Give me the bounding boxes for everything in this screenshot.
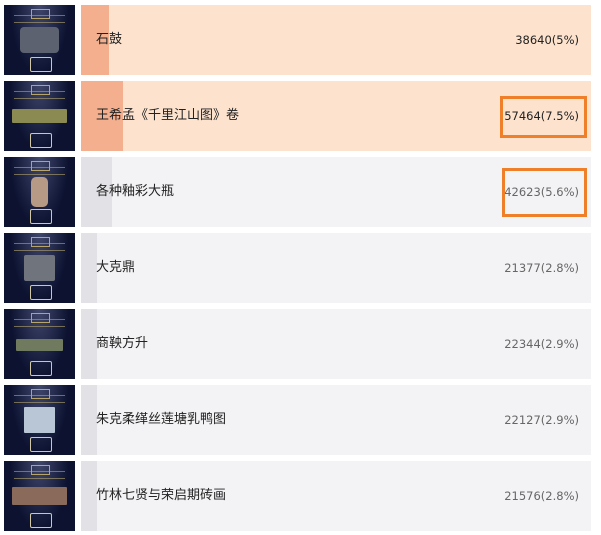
vote-count: 22344(2.9%) — [504, 337, 579, 351]
vote-bar-fill — [81, 309, 97, 379]
vote-count: 22127(2.9%) — [504, 413, 579, 427]
item-thumbnail[interactable] — [4, 157, 75, 227]
item-name: 王希孟《千里江山图》卷 — [96, 108, 240, 123]
item-thumbnail[interactable] — [4, 461, 75, 531]
list-item[interactable]: 商鞅方升 22344(2.9%) — [4, 309, 591, 379]
item-thumbnail[interactable] — [4, 81, 75, 151]
item-name: 石鼓 — [96, 32, 123, 47]
item-name: 大克鼎 — [96, 260, 136, 275]
vote-bar-fill — [81, 461, 97, 531]
vote-bar-fill — [81, 233, 97, 303]
item-name: 朱克柔缂丝莲塘乳鸭图 — [96, 412, 227, 427]
vote-count: 21576(2.8%) — [504, 489, 579, 503]
list-item[interactable]: 朱克柔缂丝莲塘乳鸭图 22127(2.9%) — [4, 385, 591, 455]
highlight-box — [502, 168, 587, 217]
highlight-box — [500, 96, 587, 138]
item-name: 竹林七贤与荣启期砖画 — [96, 488, 227, 503]
vote-count: 21377(2.8%) — [504, 261, 579, 275]
list-item[interactable]: 竹林七贤与荣启期砖画 21576(2.8%) — [4, 461, 591, 531]
item-thumbnail[interactable] — [4, 5, 75, 75]
vote-list: 石鼓 38640(5%) 王希孟《千里江山图》卷 57464(7.5%) 各种釉… — [0, 0, 601, 535]
vote-count: 38640(5%) — [515, 33, 579, 47]
list-item[interactable]: 大克鼎 21377(2.8%) — [4, 233, 591, 303]
vote-bar-fill — [81, 385, 97, 455]
item-thumbnail[interactable] — [4, 233, 75, 303]
item-name: 各种釉彩大瓶 — [96, 184, 175, 199]
item-name: 商鞅方升 — [96, 336, 149, 351]
item-thumbnail[interactable] — [4, 385, 75, 455]
list-item[interactable]: 石鼓 38640(5%) — [4, 5, 591, 75]
item-thumbnail[interactable] — [4, 309, 75, 379]
